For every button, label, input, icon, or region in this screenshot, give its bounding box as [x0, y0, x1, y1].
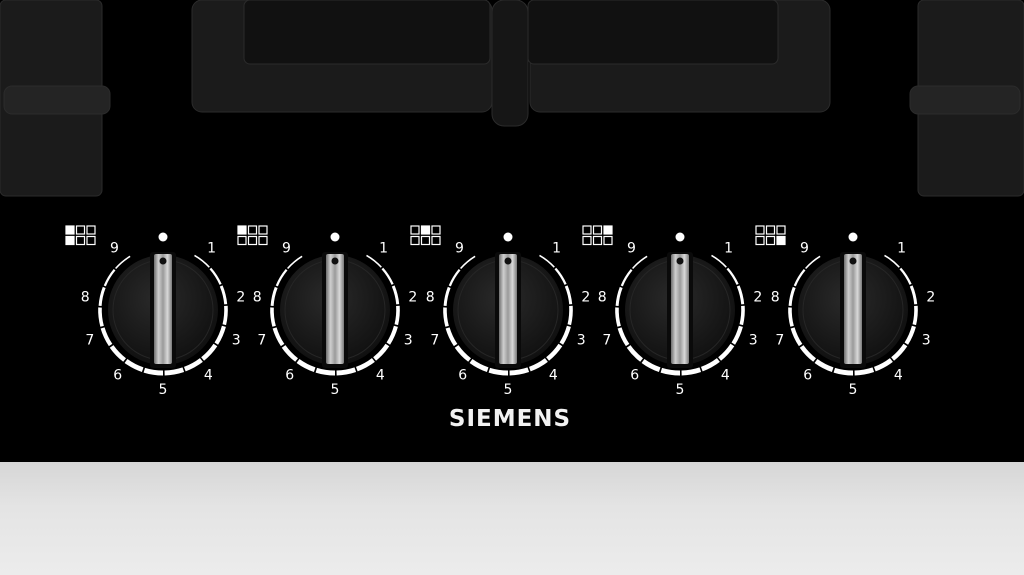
heat-level-6: 6: [285, 368, 294, 384]
heat-level-8: 8: [426, 289, 435, 305]
center-grate-right-inner: [527, 0, 779, 65]
knob-steel-grip[interactable]: [326, 254, 344, 364]
burner-layout-square: [603, 225, 613, 235]
heat-level-4: 4: [204, 368, 213, 384]
heat-level-6: 6: [113, 368, 122, 384]
heat-level-2: 2: [581, 289, 590, 305]
heat-level-8: 8: [598, 289, 607, 305]
heat-scale-segment: [143, 367, 164, 376]
heat-scale-segment: [739, 305, 745, 326]
knob-position-marker: [676, 257, 684, 265]
heat-level-2: 2: [926, 289, 935, 305]
heat-level-4: 4: [549, 368, 558, 384]
heat-level-9: 9: [282, 241, 291, 257]
heat-level-3: 3: [749, 333, 758, 349]
burner-layout-square: [65, 235, 75, 246]
heat-level-1: 1: [207, 241, 216, 257]
off-position-dot: [330, 232, 340, 242]
heat-scale-segment: [833, 367, 854, 376]
heat-level-3: 3: [404, 333, 413, 349]
knob-steel-grip[interactable]: [154, 254, 172, 364]
heat-level-9: 9: [455, 241, 464, 257]
heat-level-1: 1: [552, 241, 561, 257]
heat-scale-segment: [660, 367, 681, 376]
burner-layout-square: [420, 225, 431, 235]
heat-level-4: 4: [721, 368, 730, 384]
knob-steel-grip[interactable]: [844, 254, 862, 364]
heat-scale-segment: [488, 367, 509, 376]
off-position-dot: [503, 232, 513, 242]
center-grate-divider: [491, 0, 529, 127]
heat-level-3: 3: [232, 333, 241, 349]
center-grate-left-inner: [243, 0, 491, 65]
heat-level-6: 6: [630, 368, 639, 384]
heat-level-4: 4: [894, 368, 903, 384]
heat-level-3: 3: [577, 333, 586, 349]
knob-position-marker: [849, 257, 857, 265]
heat-level-5: 5: [504, 382, 513, 398]
heat-level-6: 6: [803, 368, 812, 384]
knob-position-marker: [331, 257, 339, 265]
heat-level-2: 2: [753, 289, 762, 305]
heat-level-7: 7: [85, 333, 94, 349]
heat-level-1: 1: [724, 241, 733, 257]
knob-steel-grip[interactable]: [499, 254, 517, 364]
burner-layout-square: [776, 235, 786, 246]
heat-level-3: 3: [922, 333, 931, 349]
heat-level-6: 6: [458, 368, 467, 384]
heat-level-7: 7: [775, 333, 784, 349]
heat-level-7: 7: [430, 333, 439, 349]
heat-scale-segment: [912, 305, 918, 326]
heat-level-8: 8: [253, 289, 262, 305]
knob-position-marker: [504, 257, 512, 265]
right-grate-arm: [909, 85, 1021, 115]
countertop: [0, 462, 1024, 575]
heat-level-1: 1: [379, 241, 388, 257]
burner-layout-square: [65, 225, 75, 235]
heat-scale-segment: [567, 305, 573, 326]
brand-logo: SIEMENS: [448, 406, 572, 432]
heat-scale-segment: [315, 367, 336, 376]
heat-level-9: 9: [800, 241, 809, 257]
left-grate-arm: [3, 85, 111, 115]
heat-level-5: 5: [331, 382, 340, 398]
heat-level-5: 5: [159, 382, 168, 398]
heat-level-7: 7: [257, 333, 266, 349]
heat-level-9: 9: [627, 241, 636, 257]
heat-scale-segment: [222, 305, 228, 326]
knob-steel-grip[interactable]: [671, 254, 689, 364]
knob-position-marker: [159, 257, 167, 265]
heat-level-2: 2: [408, 289, 417, 305]
heat-scale-segment: [394, 305, 400, 326]
heat-level-9: 9: [110, 241, 119, 257]
heat-level-1: 1: [897, 241, 906, 257]
burner-layout-square: [237, 225, 247, 235]
heat-level-8: 8: [81, 289, 90, 305]
off-position-dot: [158, 232, 168, 242]
off-position-dot: [675, 232, 685, 242]
off-position-dot: [848, 232, 858, 242]
heat-level-2: 2: [236, 289, 245, 305]
heat-level-5: 5: [849, 382, 858, 398]
heat-level-8: 8: [771, 289, 780, 305]
heat-level-4: 4: [376, 368, 385, 384]
heat-level-7: 7: [602, 333, 611, 349]
heat-level-5: 5: [676, 382, 685, 398]
